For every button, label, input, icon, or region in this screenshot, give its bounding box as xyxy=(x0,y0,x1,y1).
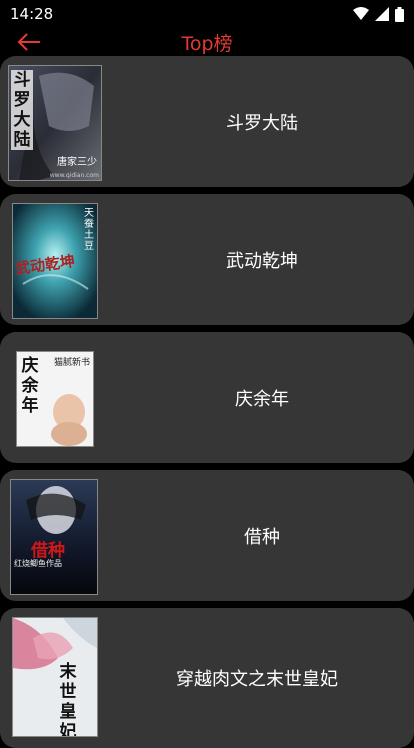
status-bar: 14:28 xyxy=(0,0,414,28)
book-cover: 斗罗大陆 唐家三少 www.qidian.com xyxy=(8,65,102,181)
book-card[interactable]: 庆余年 猫腻新书 庆余年 xyxy=(0,332,414,463)
book-title: 斗罗大陆 xyxy=(226,112,298,134)
status-time: 14:28 xyxy=(10,5,54,23)
cover-author-text: 天蚕土豆 xyxy=(84,208,94,252)
page-title: Top榜 xyxy=(181,32,233,55)
book-card[interactable]: 末世皇妃 穿越肉文之末世皇妃 xyxy=(0,608,414,748)
wifi-icon xyxy=(353,7,369,20)
book-title: 庆余年 xyxy=(235,388,289,410)
book-cover: 末世皇妃 xyxy=(12,617,98,737)
back-arrow-icon xyxy=(17,33,40,51)
book-card[interactable]: 天蚕土豆 武动乾坤 武动乾坤 xyxy=(0,194,414,325)
book-cover: 借种 红烧鲫鱼作品 xyxy=(10,479,98,595)
book-card[interactable]: 借种 红烧鲫鱼作品 借种 xyxy=(0,470,414,601)
book-cover: 庆余年 猫腻新书 xyxy=(16,351,94,447)
book-card[interactable]: 斗罗大陆 唐家三少 www.qidian.com 斗罗大陆 xyxy=(0,56,414,187)
cover-site-text: www.qidian.com xyxy=(49,172,99,179)
cover-author-text: 红烧鲫鱼作品 xyxy=(14,559,62,568)
book-title: 借种 xyxy=(244,526,280,548)
cover-author-text: 猫腻新书 xyxy=(53,358,90,368)
cover-title-text: 庆余年 xyxy=(21,356,39,416)
app-bar: Top榜 xyxy=(0,28,414,56)
cover-author-text: 唐家三少 xyxy=(57,157,97,168)
book-title: 穿越肉文之末世皇妃 xyxy=(176,669,338,690)
cover-title-text: 斗罗大陆 xyxy=(11,70,33,150)
book-title: 武动乾坤 xyxy=(226,250,298,272)
signal-icon xyxy=(375,7,389,21)
back-button[interactable] xyxy=(14,30,44,54)
book-cover: 天蚕土豆 武动乾坤 xyxy=(12,203,98,319)
status-icons xyxy=(353,6,404,22)
cover-title-text: 末世皇妃 xyxy=(59,662,77,737)
battery-icon xyxy=(395,6,404,22)
